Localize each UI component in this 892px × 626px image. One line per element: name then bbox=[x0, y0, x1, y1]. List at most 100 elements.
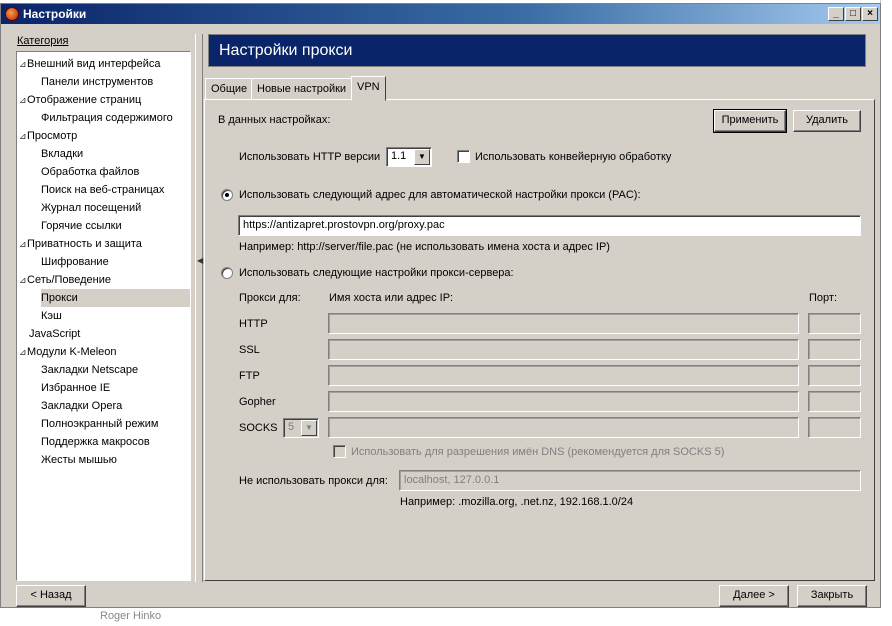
tree-item[interactable]: Фильтрация содержимого bbox=[41, 109, 190, 127]
ftp-port-input[interactable] bbox=[808, 365, 861, 386]
category-tree[interactable]: ⊿Внешний вид интерфейса Панели инструмент… bbox=[16, 51, 191, 581]
panel-header: Настройки прокси bbox=[208, 34, 866, 67]
tree-item[interactable]: Журнал посещений bbox=[41, 199, 190, 217]
tree-item[interactable]: JavaScript bbox=[29, 325, 190, 343]
ftp-host-input[interactable] bbox=[328, 365, 799, 386]
tree-item[interactable]: Избранное IE bbox=[41, 379, 190, 397]
expander-icon[interactable]: ⊿ bbox=[19, 235, 27, 253]
tree-item-label: Просмотр bbox=[27, 130, 78, 142]
expander-icon[interactable]: ⊿ bbox=[19, 55, 27, 73]
app-icon bbox=[5, 7, 19, 21]
expander-icon[interactable]: ⊿ bbox=[19, 271, 27, 289]
panel-title: Настройки прокси bbox=[219, 42, 353, 59]
pipelining-checkbox[interactable] bbox=[457, 150, 470, 163]
settings-window: Настройки _ □ × Категория ⊿Внешний вид и… bbox=[0, 3, 881, 608]
title-bar[interactable]: Настройки _ □ × bbox=[1, 4, 880, 24]
gopher-host-input[interactable] bbox=[328, 391, 799, 412]
tree-item-label: Журнал посещений bbox=[41, 202, 142, 214]
tree-item-label: Жесты мышью bbox=[41, 454, 117, 466]
row-label-ftp: FTP bbox=[239, 370, 260, 382]
tree-item-label: JavaScript bbox=[29, 328, 81, 340]
tree-item-label: Прокси bbox=[41, 292, 78, 304]
tree-item[interactable]: ⊿Модули K-Meleon bbox=[19, 343, 190, 361]
next-button[interactable]: Далее > bbox=[719, 585, 789, 607]
http-port-input[interactable] bbox=[808, 313, 861, 334]
maximize-button[interactable]: □ bbox=[845, 7, 861, 21]
tree-item[interactable]: Панели инструментов bbox=[41, 73, 190, 91]
tree-item-label: Закладки Netscape bbox=[41, 364, 139, 376]
pac-url-input[interactable]: https://antizapret.prostovpn.org/proxy.p… bbox=[238, 215, 861, 236]
background-text: Roger Hinko bbox=[100, 610, 162, 622]
manual-proxy-radio[interactable] bbox=[221, 267, 233, 279]
delete-button[interactable]: Удалить bbox=[793, 110, 861, 132]
expander-icon[interactable]: ⊿ bbox=[19, 91, 27, 109]
window-title: Настройки bbox=[23, 7, 87, 21]
ssl-host-input[interactable] bbox=[328, 339, 799, 360]
dns-checkbox[interactable] bbox=[333, 445, 346, 458]
tree-item[interactable]: Закладки Opera bbox=[41, 397, 190, 415]
proxy-tab-panel: В данных настройках: Применить Удалить И… bbox=[204, 99, 875, 581]
tree-item-label: Внешний вид интерфейса bbox=[27, 58, 161, 70]
tree-item[interactable]: Полноэкранный режим bbox=[41, 415, 190, 433]
socks-host-input[interactable] bbox=[328, 417, 799, 438]
pac-example-text: Например: http://server/file.pac (не исп… bbox=[239, 241, 610, 253]
tree-item[interactable]: ⊿Сеть/Поведение bbox=[19, 271, 190, 289]
tree-item-label: Избранное IE bbox=[41, 382, 111, 394]
tree-item[interactable]: Закладки Netscape bbox=[41, 361, 190, 379]
manual-proxy-label: Использовать следующие настройки прокси-… bbox=[239, 267, 514, 279]
ssl-port-input[interactable] bbox=[808, 339, 861, 360]
row-label-socks: SOCKS bbox=[239, 422, 278, 434]
no-proxy-input[interactable]: localhost, 127.0.0.1 bbox=[399, 470, 861, 491]
in-settings-label: В данных настройках: bbox=[218, 114, 331, 126]
tab-vpn[interactable]: VPN bbox=[351, 76, 386, 101]
minimize-button[interactable]: _ bbox=[828, 7, 844, 21]
tree-item[interactable]: Горячие ссылки bbox=[41, 217, 190, 235]
tree-item[interactable]: Вкладки bbox=[41, 145, 190, 163]
background-page-right bbox=[880, 0, 892, 626]
tree-item-label: Приватность и защита bbox=[27, 238, 142, 250]
tree-item-label: Кэш bbox=[41, 310, 62, 322]
row-label-http: HTTP bbox=[239, 318, 268, 330]
back-button[interactable]: < Назад bbox=[16, 585, 86, 607]
tab-general[interactable]: Общие bbox=[205, 78, 254, 100]
http-host-input[interactable] bbox=[328, 313, 799, 334]
panel-splitter[interactable] bbox=[195, 34, 203, 582]
socks-version-value: 5 bbox=[288, 421, 295, 433]
chevron-down-icon[interactable]: ▼ bbox=[414, 149, 430, 165]
tree-item-label: Горячие ссылки bbox=[41, 220, 122, 232]
tree-item-label: Отображение страниц bbox=[27, 94, 142, 106]
expander-icon[interactable]: ⊿ bbox=[19, 127, 27, 145]
socks-port-input[interactable] bbox=[808, 417, 861, 438]
tree-item-label: Обработка файлов bbox=[41, 166, 140, 178]
tree-item[interactable]: Жесты мышью bbox=[41, 451, 190, 469]
tree-item[interactable]: ⊿Внешний вид интерфейса bbox=[19, 55, 190, 73]
expander-icon[interactable]: ⊿ bbox=[19, 343, 27, 361]
tree-item-label: Вкладки bbox=[41, 148, 84, 160]
tree-item[interactable]: Кэш bbox=[41, 307, 190, 325]
no-proxy-example: Например: .mozilla.org, .net.nz, 192.168… bbox=[400, 496, 634, 508]
tree-item-label: Панели инструментов bbox=[41, 76, 154, 88]
http-version-select[interactable]: 1.1 ▼ bbox=[386, 147, 432, 167]
tree-item[interactable]: Обработка файлов bbox=[41, 163, 190, 181]
dns-label: Использовать для разрешения имён DNS (ре… bbox=[351, 446, 725, 458]
chevron-down-icon[interactable]: ▼ bbox=[301, 420, 317, 436]
tab-new-settings[interactable]: Новые настройки bbox=[251, 78, 353, 100]
tree-item[interactable]: Поддержка макросов bbox=[41, 433, 190, 451]
splitter-arrow-icon[interactable]: ◀ bbox=[197, 256, 203, 265]
tree-item-label: Шифрование bbox=[41, 256, 109, 268]
close-button[interactable]: Закрыть bbox=[797, 585, 867, 607]
apply-button[interactable]: Применить bbox=[713, 109, 787, 133]
tree-item[interactable]: ⊿Приватность и защита bbox=[19, 235, 190, 253]
tree-item[interactable]: Шифрование bbox=[41, 253, 190, 271]
close-window-button[interactable]: × bbox=[862, 7, 878, 21]
tree-item[interactable]: ⊿Отображение страниц bbox=[19, 91, 190, 109]
col-host: Имя хоста или адрес IP: bbox=[329, 292, 454, 304]
tree-item[interactable]: Прокси bbox=[41, 289, 190, 307]
pac-radio[interactable] bbox=[221, 189, 233, 201]
tree-item[interactable]: ⊿Просмотр bbox=[19, 127, 190, 145]
tree-item-label: Поиск на веб-страницах bbox=[41, 184, 165, 196]
socks-version-select[interactable]: 5 ▼ bbox=[283, 418, 319, 438]
gopher-port-input[interactable] bbox=[808, 391, 861, 412]
row-label-gopher: Gopher bbox=[239, 396, 276, 408]
tree-item[interactable]: Поиск на веб-страницах bbox=[41, 181, 190, 199]
